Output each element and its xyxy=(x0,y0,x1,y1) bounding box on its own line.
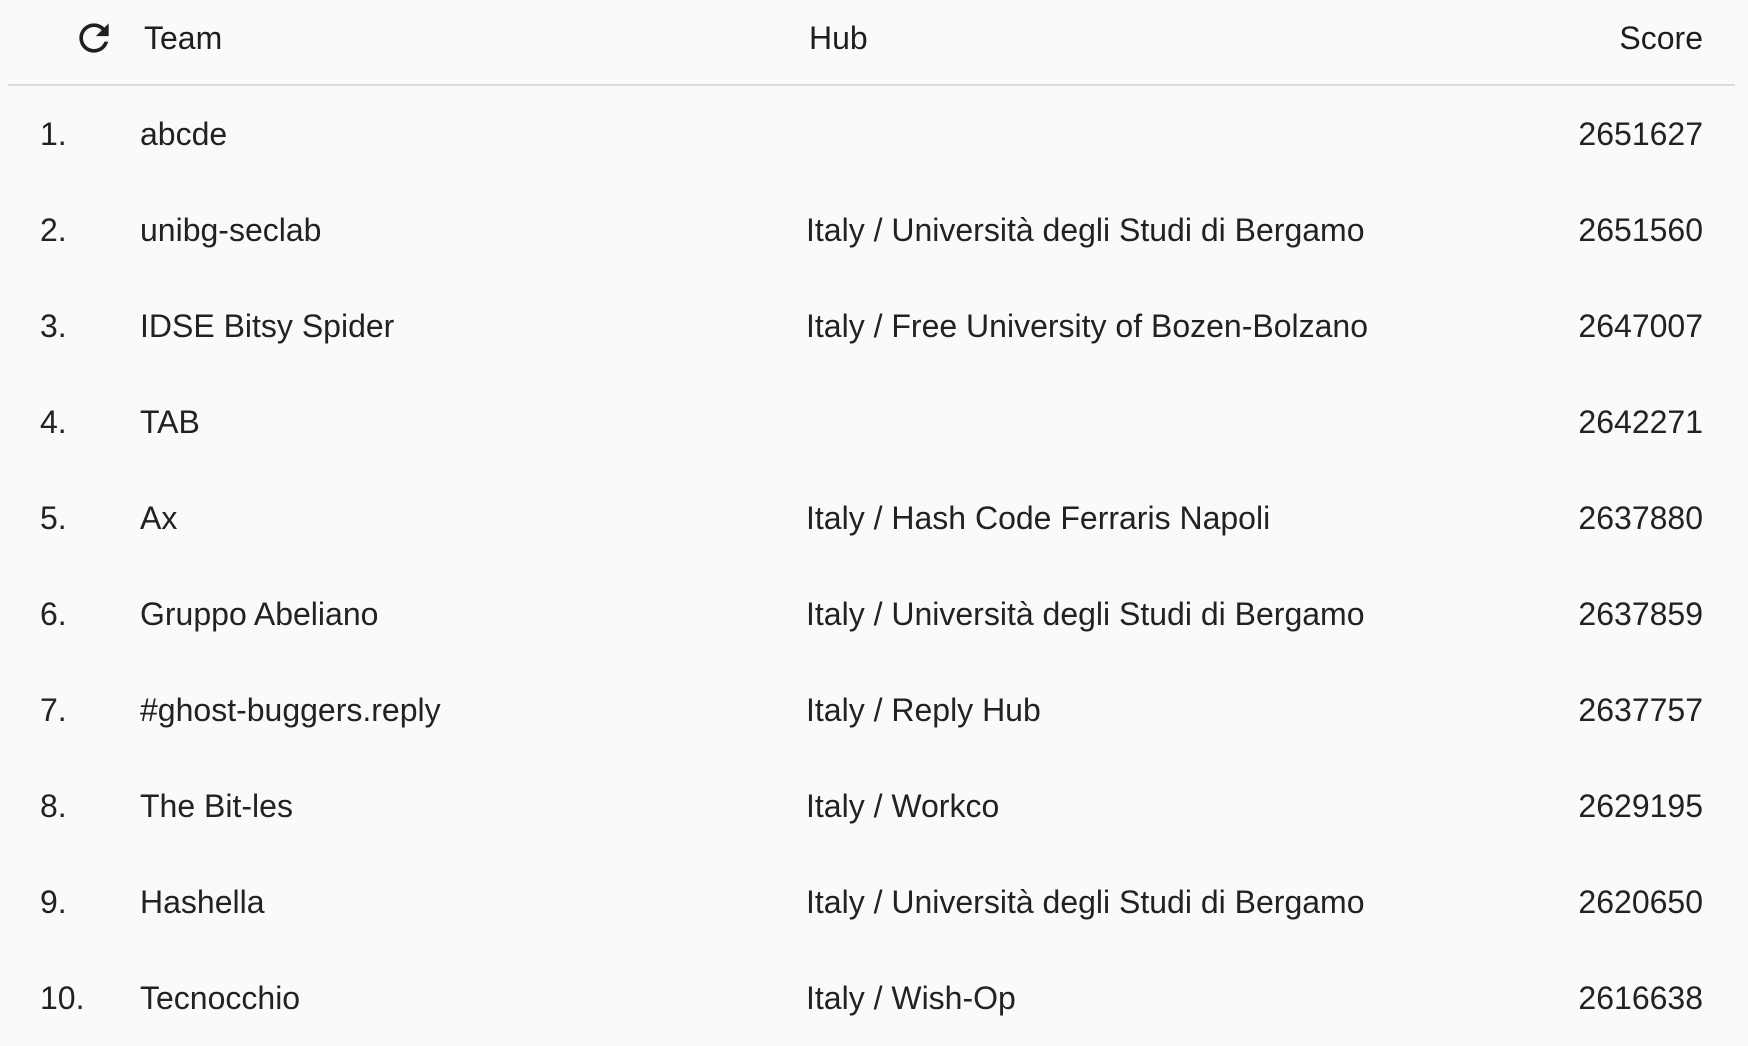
score-cell: 2637757 xyxy=(1578,692,1703,728)
table-row: 7. #ghost-buggers.reply Italy / Reply Hu… xyxy=(8,662,1735,758)
team-cell: IDSE Bitsy Spider xyxy=(140,308,395,344)
hub-cell: Italy / Wish-Op xyxy=(806,980,1016,1016)
team-cell: TAB xyxy=(140,404,200,440)
refresh-button[interactable] xyxy=(72,16,116,60)
score-cell: 2642271 xyxy=(1578,404,1703,440)
rank-cell: 6. xyxy=(40,596,67,632)
hub-cell: Italy / Free University of Bozen-Bolzano xyxy=(806,308,1369,344)
hub-cell: Italy / Università degli Studi di Bergam… xyxy=(806,212,1365,248)
team-cell: Ax xyxy=(140,500,178,536)
score-cell: 2637859 xyxy=(1578,596,1703,632)
rank-cell: 10. xyxy=(40,980,85,1016)
team-cell: Tecnocchio xyxy=(140,980,301,1016)
score-cell: 2637880 xyxy=(1578,500,1703,536)
team-cell: #ghost-buggers.reply xyxy=(140,692,441,728)
team-cell: abcde xyxy=(140,116,228,152)
rank-cell: 1. xyxy=(40,116,67,152)
table-row: 3. IDSE Bitsy Spider Italy / Free Univer… xyxy=(8,278,1735,374)
team-cell: The Bit-les xyxy=(140,788,293,824)
table-row: 1. abcde 2651627 xyxy=(8,86,1735,182)
rank-cell: 7. xyxy=(40,692,67,728)
team-cell: Gruppo Abeliano xyxy=(140,596,379,632)
table-row: 4. TAB 2642271 xyxy=(8,374,1735,470)
table-row: 8. The Bit-les Italy / Workco 2629195 xyxy=(8,758,1735,854)
team-cell: unibg-seclab xyxy=(140,212,322,248)
rank-cell: 4. xyxy=(40,404,67,440)
table-header: Team Hub Score xyxy=(8,0,1735,86)
rank-cell: 9. xyxy=(40,884,67,920)
table-row: 9. Hashella Italy / Università degli Stu… xyxy=(8,854,1735,950)
table-row: 10. Tecnocchio Italy / Wish-Op 2616638 xyxy=(8,950,1735,1046)
hub-cell: Italy / Reply Hub xyxy=(806,692,1041,728)
hub-cell: Italy / Università degli Studi di Bergam… xyxy=(806,596,1365,632)
table-body: 1. abcde 2651627 2. unibg-seclab Italy /… xyxy=(8,86,1735,1046)
score-cell: 2629195 xyxy=(1578,788,1703,824)
score-cell: 2616638 xyxy=(1578,980,1703,1016)
hub-cell: Italy / Università degli Studi di Bergam… xyxy=(806,884,1365,920)
column-header-team[interactable]: Team xyxy=(144,18,222,58)
score-cell: 2651627 xyxy=(1578,116,1703,152)
column-header-hub[interactable]: Hub xyxy=(809,18,868,58)
column-header-score[interactable]: Score xyxy=(1619,18,1703,58)
score-cell: 2651560 xyxy=(1578,212,1703,248)
refresh-icon xyxy=(79,23,109,53)
hub-cell: Italy / Hash Code Ferraris Napoli xyxy=(806,500,1271,536)
score-cell: 2620650 xyxy=(1578,884,1703,920)
score-cell: 2647007 xyxy=(1578,308,1703,344)
team-cell: Hashella xyxy=(140,884,265,920)
table-row: 5. Ax Italy / Hash Code Ferraris Napoli … xyxy=(8,470,1735,566)
hub-cell: Italy / Workco xyxy=(806,788,1000,824)
rank-cell: 3. xyxy=(40,308,67,344)
table-row: 2. unibg-seclab Italy / Università degli… xyxy=(8,182,1735,278)
rank-cell: 2. xyxy=(40,212,67,248)
rank-cell: 5. xyxy=(40,500,67,536)
table-row: 6. Gruppo Abeliano Italy / Università de… xyxy=(8,566,1735,662)
rank-cell: 8. xyxy=(40,788,67,824)
scoreboard-table: Team Hub Score 1. abcde 2651627 2. unibg… xyxy=(0,0,1748,1042)
